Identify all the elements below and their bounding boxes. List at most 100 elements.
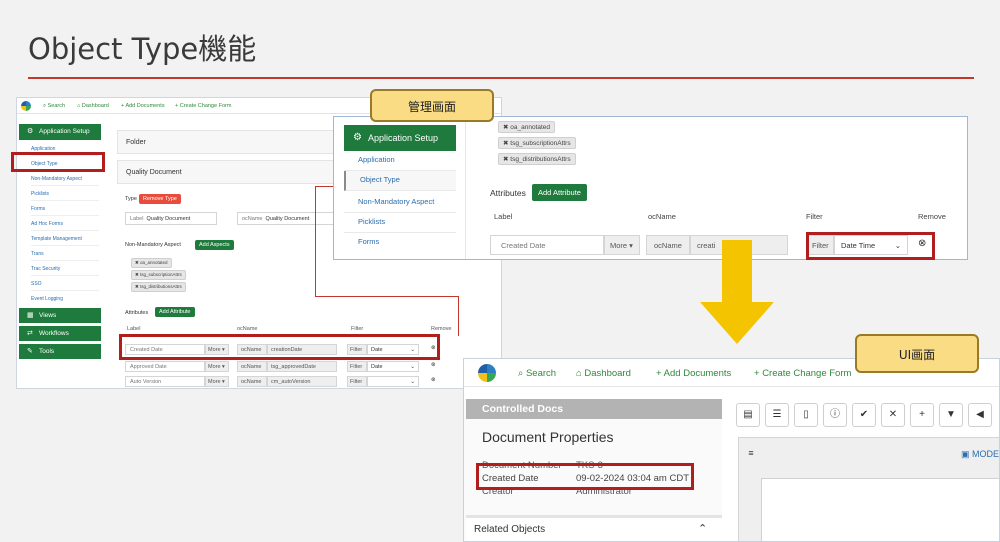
- title-divider: [28, 77, 974, 79]
- connector-line: [315, 296, 458, 297]
- related-objects-label: Related Objects: [474, 524, 546, 535]
- viewer-page: [761, 478, 999, 541]
- sidebar-item-sso[interactable]: SSO: [31, 281, 99, 291]
- info-icon[interactable]: ⓘ: [823, 403, 847, 427]
- sidebar-item-picklists[interactable]: Picklists: [31, 191, 99, 201]
- remove-type-button[interactable]: Remove Type: [139, 194, 181, 204]
- remove-icon[interactable]: ⊗: [431, 362, 436, 368]
- attribute-label-input[interactable]: Approved Date: [125, 361, 205, 372]
- highlight-created-date-row: [119, 334, 440, 360]
- close-icon[interactable]: ✕: [881, 403, 905, 427]
- sidebar-item-picklists[interactable]: Picklists: [344, 217, 456, 233]
- nav-dashboard[interactable]: ⌂ Dashboard: [576, 368, 631, 379]
- sidebar-item-forms[interactable]: Forms: [344, 237, 456, 252]
- sidebar-item-non-mandatory-aspect[interactable]: Non-Mandatory Aspect: [344, 197, 456, 213]
- aspect-chip[interactable]: ✖ oa_annotated: [498, 121, 556, 133]
- app-logo[interactable]: [21, 101, 31, 111]
- column-remove: Remove: [918, 212, 946, 221]
- megaphone-icon[interactable]: ◀: [968, 403, 992, 427]
- aspect-chip[interactable]: ✖ tsg_distributionsAttrs: [131, 282, 186, 292]
- sidebar-item-event-logging[interactable]: Event Logging: [31, 296, 99, 305]
- highlight-created-date: [476, 463, 694, 490]
- more-dropdown[interactable]: More ▾: [604, 235, 640, 255]
- list-icon[interactable]: ☰: [765, 403, 789, 427]
- document-viewer: ≡ ▣ MODE: [738, 437, 999, 541]
- sidebar-section-workflows[interactable]: ⇄ Workflows: [19, 326, 101, 341]
- quality-document-label: Quality Document: [126, 169, 182, 176]
- aspect-chip[interactable]: ✖ oa_annotated: [131, 258, 172, 268]
- aspect-chip[interactable]: ✖ tsg_subscriptionAttrs: [498, 137, 576, 149]
- column-filter: Filter: [351, 326, 364, 332]
- nav-search[interactable]: ⌕ Search: [518, 368, 556, 379]
- chevron-up-icon[interactable]: ⌃: [698, 522, 707, 535]
- ui-screenshot: ⌕ Search ⌂ Dashboard + Add Documents + C…: [463, 358, 1000, 542]
- sidebar-item-application[interactable]: Application: [344, 155, 456, 171]
- ocname-value: tsg_approvedDate: [267, 361, 337, 372]
- plus-icon[interactable]: +: [910, 403, 934, 427]
- remove-icon[interactable]: ⊗: [431, 377, 436, 383]
- gear-icon: ⚙: [353, 132, 362, 143]
- file-icon[interactable]: ▤: [736, 403, 760, 427]
- attribute-label-input[interactable]: Auto Version: [125, 376, 205, 387]
- table-row: Approved Date More ▾ ocName tsg_approved…: [125, 361, 445, 373]
- nav-create-change-form[interactable]: + Create Change Form: [175, 103, 231, 109]
- column-label: Label: [494, 212, 513, 221]
- column-remove: Remove: [431, 326, 452, 332]
- sidebar-item-forms[interactable]: Forms: [31, 206, 99, 216]
- sidebar-item-ad-hoc-forms[interactable]: Ad Hoc Forms: [31, 221, 99, 231]
- filter-select[interactable]: Date ⌄: [367, 361, 419, 372]
- sidebar-header-application-setup[interactable]: ⚙ Application Setup: [344, 125, 456, 151]
- column-ocname: ocName: [648, 212, 676, 221]
- app-logo[interactable]: [478, 364, 496, 382]
- more-dropdown[interactable]: More ▾: [205, 376, 229, 387]
- aspect-chip[interactable]: ✖ tsg_subscriptionAttrs: [131, 270, 186, 280]
- callout-ui-screen: UI画面: [855, 334, 979, 373]
- ocname-caption: ocName: [237, 361, 267, 372]
- filter-select[interactable]: ⌄: [367, 376, 419, 387]
- sidebar-item-trans[interactable]: Trans: [31, 251, 99, 261]
- nav-create-change-form[interactable]: + Create Change Form: [754, 368, 851, 379]
- filter-caption: Filter: [347, 361, 367, 372]
- ocname-field[interactable]: ocName Quality Document: [237, 212, 337, 225]
- workflow-icon: ⇄: [27, 330, 33, 337]
- aspect-chip[interactable]: ✖ tsg_distributionsAttrs: [498, 153, 576, 165]
- related-objects-bar[interactable]: Related Objects ⌃: [466, 515, 722, 541]
- more-dropdown[interactable]: More ▾: [205, 361, 229, 372]
- callout-admin-screen: 管理画面: [370, 89, 494, 122]
- document-properties-title: Document Properties: [482, 429, 614, 445]
- nav-add-documents[interactable]: + Add Documents: [656, 368, 731, 379]
- connector-line: [458, 296, 459, 336]
- sidebar-item-trac-security[interactable]: Trac Security: [31, 266, 99, 276]
- filter-icon[interactable]: ▼: [939, 403, 963, 427]
- column-label: Label: [127, 326, 141, 332]
- document-toolbar: ▤ ☰ ▯ ⓘ ✔ ✕ + ▼ ◀: [736, 403, 999, 433]
- sidebar-section-tools[interactable]: ✎ Tools: [19, 344, 101, 359]
- attributes-label: Attributes: [125, 310, 149, 316]
- nav-dashboard[interactable]: ⌂ Dashboard: [77, 103, 109, 109]
- add-attribute-button[interactable]: Add Attribute: [532, 184, 587, 201]
- viewer-sidebar-icon[interactable]: ≡: [741, 448, 761, 468]
- wrench-icon: ✎: [27, 348, 33, 355]
- label-field[interactable]: Label Quality Document: [125, 212, 217, 225]
- document-icon[interactable]: ▯: [794, 403, 818, 427]
- sidebar-item-template-management[interactable]: Template Management: [31, 236, 99, 246]
- nav-search[interactable]: ⌕ Search: [43, 103, 65, 110]
- column-ocname: ocName: [237, 326, 258, 332]
- attribute-label-input[interactable]: Created Date: [490, 235, 604, 255]
- nav-add-documents[interactable]: + Add Documents: [121, 103, 165, 109]
- filter-caption: Filter: [347, 376, 367, 387]
- add-aspects-button[interactable]: Add Aspects: [195, 240, 234, 250]
- down-arrow: [700, 240, 774, 344]
- mode-button[interactable]: ▣ MODE: [961, 449, 999, 460]
- sidebar-section-views[interactable]: ▦ Views: [19, 308, 101, 323]
- sidebar-item-non-mandatory-aspect[interactable]: Non-Mandatory Aspect: [31, 176, 99, 186]
- sidebar-header-application-setup[interactable]: ⚙ Application Setup: [19, 124, 101, 140]
- ocname-caption: ocName: [237, 376, 267, 387]
- gear-icon: ⚙: [27, 128, 34, 135]
- sidebar-item-object-type[interactable]: Object Type: [344, 171, 456, 191]
- type-label: Type: [125, 196, 137, 202]
- controlled-docs-header: Controlled Docs: [466, 399, 722, 419]
- grid-icon: ▦: [27, 312, 34, 319]
- check-icon[interactable]: ✔: [852, 403, 876, 427]
- add-attribute-button[interactable]: Add Attribute: [155, 307, 195, 317]
